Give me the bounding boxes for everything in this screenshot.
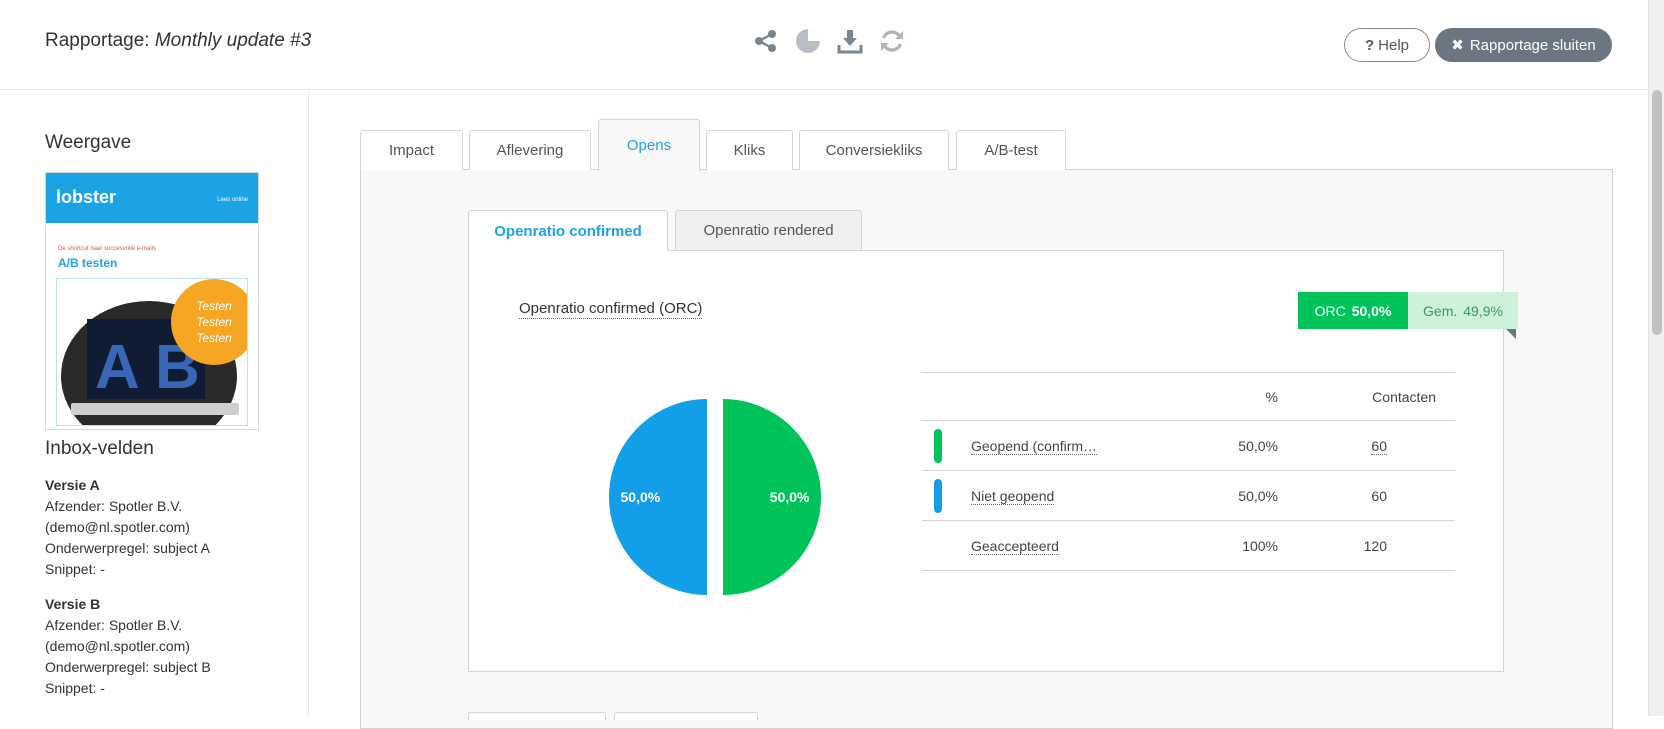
tab-aflevering[interactable]: Aflevering — [469, 130, 591, 170]
help-label: Help — [1378, 36, 1410, 54]
row-percent: 50,0% — [1238, 438, 1278, 454]
row-contacts: 120 — [1363, 538, 1387, 554]
table-row: Niet geopend 50,0% 60 — [922, 471, 1455, 521]
legend-swatch-geopend — [934, 429, 942, 463]
testen-line: Testen — [196, 331, 232, 345]
testen-badge: Testen Testen Testen — [171, 279, 247, 365]
version-a-snippet: Snippet: - — [45, 561, 105, 577]
average-value: 49,9% — [1463, 302, 1503, 319]
row-contacts: 60 — [1371, 488, 1387, 504]
pie-chart-icon[interactable] — [794, 26, 822, 56]
version-a-email: (demo@nl.spotler.com) — [45, 519, 190, 535]
report-name: Monthly update #3 — [154, 30, 312, 51]
average-badge: Gem. 49,9% — [1408, 292, 1518, 329]
vertical-scrollbar[interactable] — [1648, 0, 1664, 716]
tab-opens[interactable]: Opens — [598, 119, 700, 171]
lower-subtab[interactable] — [614, 712, 758, 720]
preview-header: lobster Lees online — [46, 173, 258, 223]
preview-headline: A/B testen — [58, 256, 118, 270]
inbox-velden-heading: Inbox-velden — [45, 438, 154, 459]
average-label: Gem. — [1423, 302, 1458, 319]
version-b-sender: Afzender: Spotler B.V. — [45, 617, 183, 633]
version-b-email: (demo@nl.spotler.com) — [45, 638, 190, 654]
testen-line: Testen — [196, 315, 232, 329]
version-a-block: Versie A Afzender: Spotler B.V. (demo@nl… — [45, 475, 210, 580]
pie-slice-label: 50,0% — [770, 489, 810, 505]
help-button[interactable]: ? Help — [1344, 28, 1430, 62]
version-b-title: Versie B — [45, 596, 101, 612]
preview-shortcut: De shortcut naar succesvolle e-mails — [58, 246, 157, 252]
subtab-openratio-confirmed[interactable]: Openratio confirmed — [468, 210, 668, 251]
version-b-block: Versie B Afzender: Spotler B.V. (demo@nl… — [45, 594, 211, 699]
badge-corner-marker — [1506, 329, 1516, 339]
row-label-geopend[interactable]: Geopend (confirm… — [971, 438, 1098, 455]
column-header-contacts: Contacten — [1372, 389, 1436, 405]
pie-slice-label: 50,0% — [621, 489, 661, 505]
page-title: Rapportage: Monthly update #3 — [45, 30, 311, 52]
laptop-base — [71, 403, 239, 415]
orc-badge: ORC 50,0% — [1298, 292, 1408, 329]
tab-impact[interactable]: Impact — [360, 130, 463, 170]
column-header-percent: % — [1265, 389, 1278, 405]
sidebar: Weergave lobster Lees online De shortcut… — [0, 90, 309, 716]
row-label-niet-geopend[interactable]: Niet geopend — [971, 488, 1055, 505]
orc-title[interactable]: Openratio confirmed (ORC) — [519, 300, 703, 319]
preview-logo: lobster — [56, 187, 117, 207]
tab-kliks[interactable]: Kliks — [706, 130, 793, 170]
weergave-heading: Weergave — [45, 132, 132, 153]
lower-subtab[interactable] — [468, 712, 606, 720]
version-a-title: Versie A — [45, 477, 100, 493]
row-contacts-link[interactable]: 60 — [1300, 438, 1387, 455]
row-percent: 50,0% — [1238, 488, 1278, 504]
share-icon[interactable] — [752, 26, 780, 56]
toolbar — [752, 26, 906, 56]
question-icon: ? — [1364, 36, 1375, 54]
row-percent: 100% — [1242, 538, 1278, 554]
orc-value: 50,0% — [1351, 302, 1392, 319]
tab-ab-test[interactable]: A/B-test — [956, 130, 1066, 170]
email-preview-thumbnail[interactable]: lobster Lees online De shortcut naar suc… — [45, 172, 259, 430]
version-a-subject: Onderwerpregel: subject A — [45, 540, 210, 556]
contacts-value[interactable]: 60 — [1371, 438, 1387, 455]
table-row: Geopend (confirm… 50,0% 60 — [922, 421, 1455, 471]
testen-line: Testen — [196, 299, 232, 313]
legend-swatch-niet-geopend — [934, 479, 942, 513]
openratio-table: % Contacten Geopend (confirm… 50,0% 60 N… — [922, 372, 1455, 571]
subtab-openratio-rendered[interactable]: Openratio rendered — [675, 210, 862, 250]
tab-conversiekliks[interactable]: Conversiekliks — [799, 130, 949, 170]
openratio-pie-chart: 50,0% 50,0% — [609, 399, 821, 595]
close-report-label: Rapportage sluiten — [1469, 36, 1596, 54]
table-header: % Contacten — [922, 372, 1455, 421]
version-b-snippet: Snippet: - — [45, 680, 105, 696]
refresh-icon[interactable] — [878, 26, 906, 56]
version-a-sender: Afzender: Spotler B.V. — [45, 498, 183, 514]
preview-hero-image: A B Testen Testen Testen — [56, 278, 248, 426]
table-row: Geaccepteerd 100% 120 — [922, 521, 1455, 571]
version-b-subject: Onderwerpregel: subject B — [45, 659, 211, 675]
close-icon: ✖ — [1451, 37, 1464, 54]
scrollbar-thumb[interactable] — [1652, 90, 1662, 335]
close-report-button[interactable]: ✖ Rapportage sluiten — [1435, 28, 1612, 62]
preview-lees-online: Lees online — [217, 197, 248, 203]
report-prefix: Rapportage: — [45, 30, 150, 51]
orc-label: ORC — [1314, 302, 1346, 319]
letter-a-graphic: A — [95, 333, 140, 402]
row-label-geaccepteerd[interactable]: Geaccepteerd — [971, 538, 1059, 555]
report-header: Rapportage: Monthly update #3 ? Help ✖ R… — [0, 0, 1648, 90]
download-icon[interactable] — [836, 26, 864, 56]
